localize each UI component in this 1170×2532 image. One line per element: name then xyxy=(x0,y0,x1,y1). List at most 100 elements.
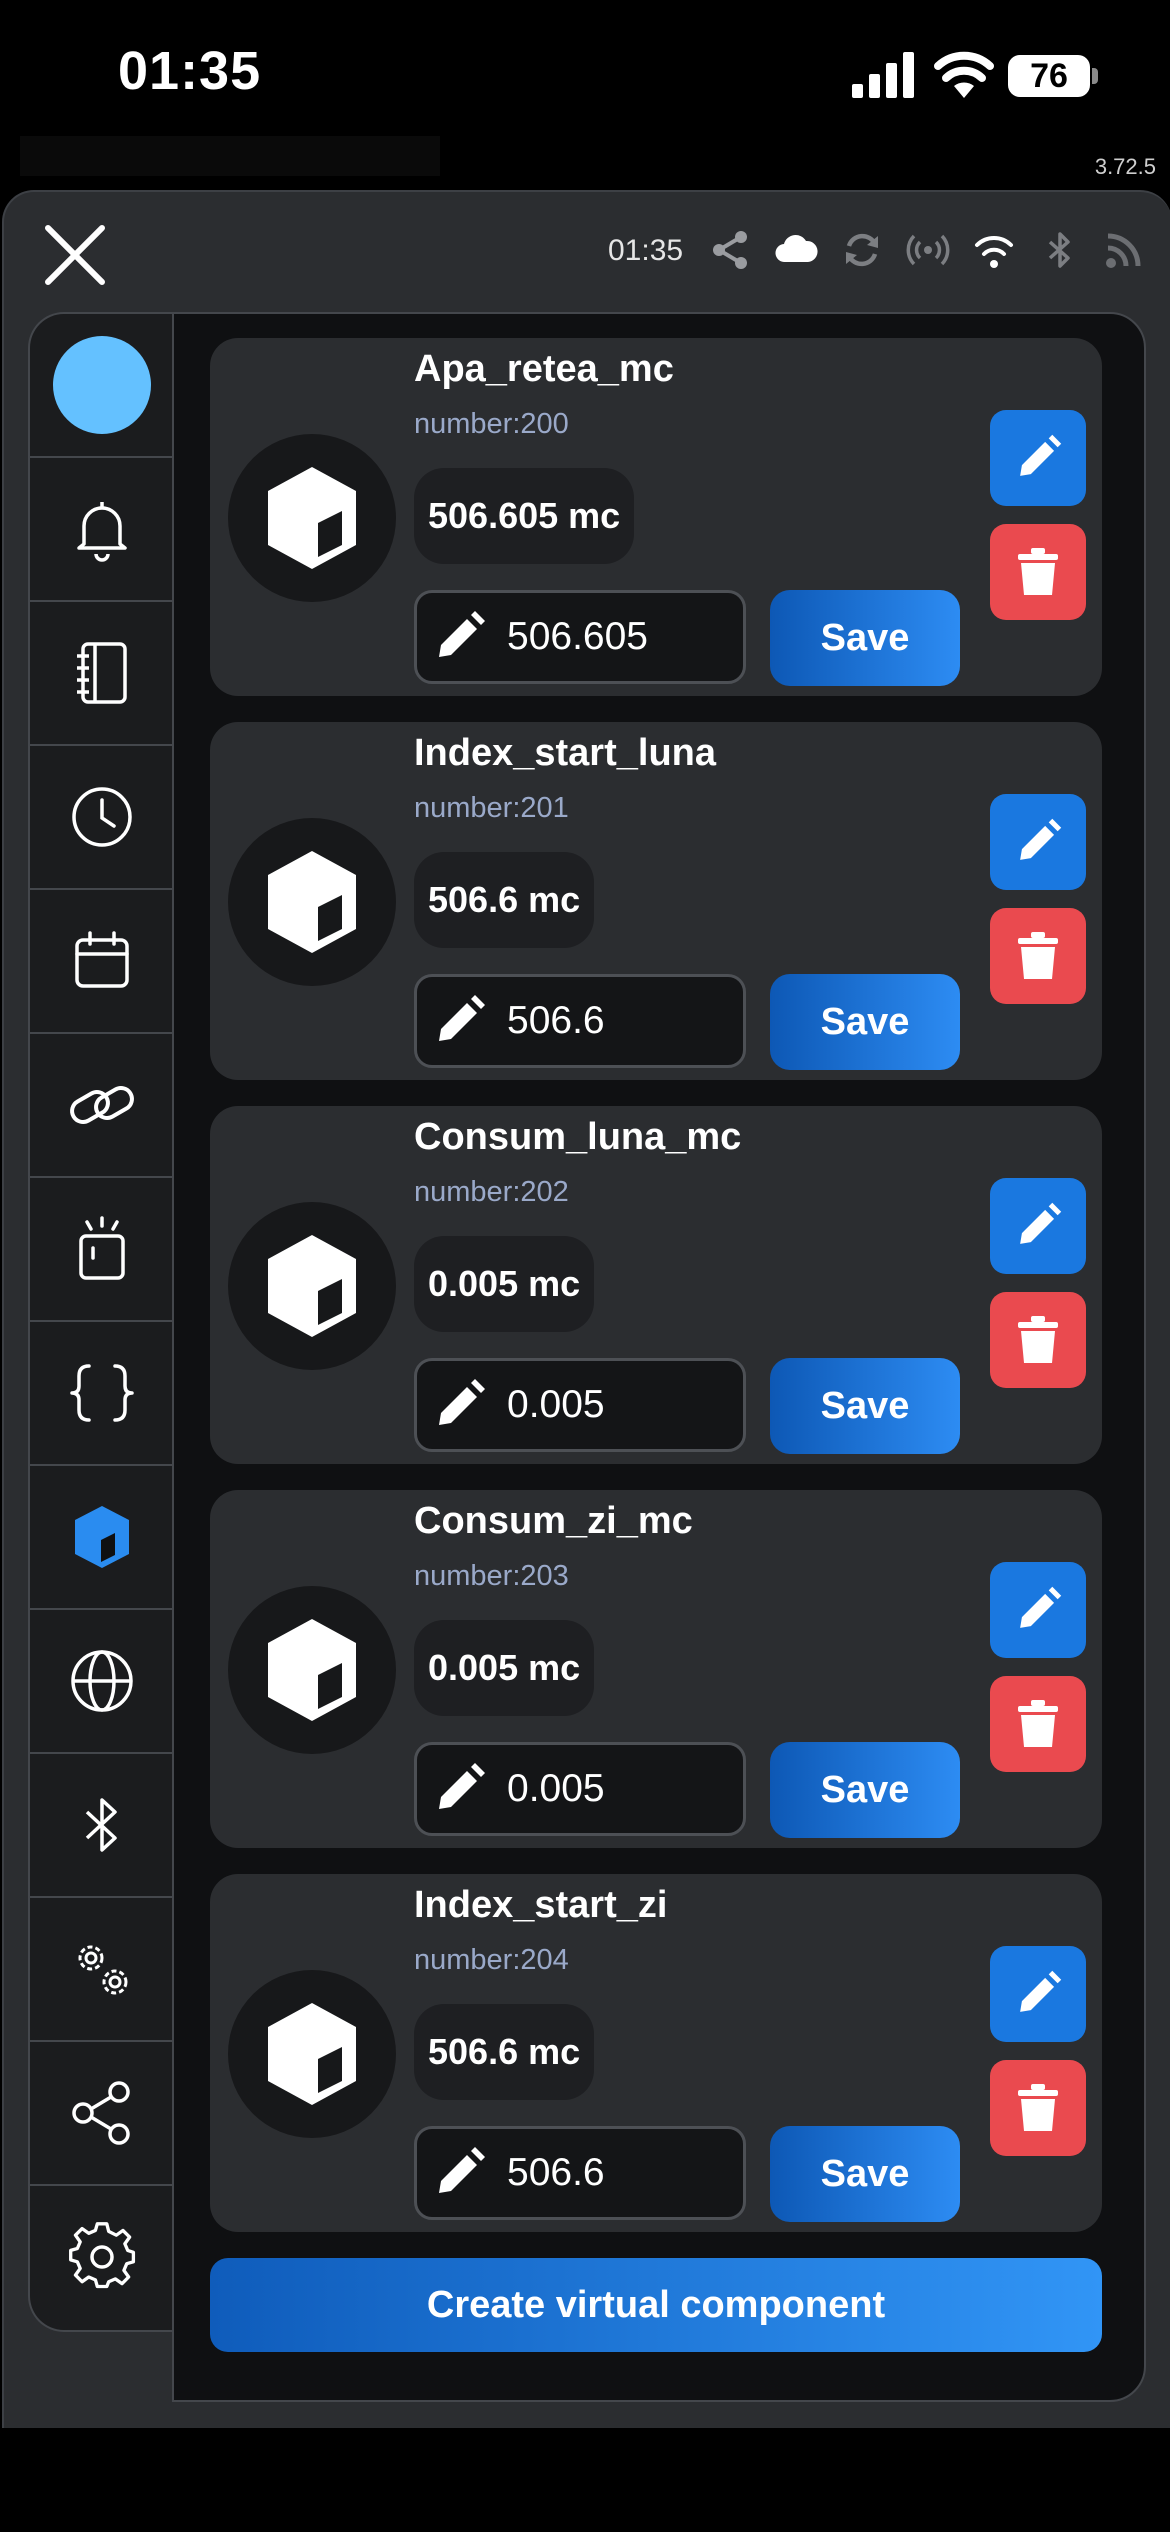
sidebar-item-advanced-settings[interactable] xyxy=(30,1898,174,2042)
edit-button[interactable] xyxy=(990,1562,1086,1658)
cloud-icon xyxy=(775,235,818,263)
cube-icon xyxy=(268,851,356,953)
close-icon[interactable] xyxy=(40,220,110,290)
pencil-icon xyxy=(439,995,485,1041)
pencil-icon xyxy=(1020,1970,1062,2012)
clock-icon xyxy=(72,787,132,847)
trash-icon xyxy=(1018,1316,1058,1363)
value-input[interactable] xyxy=(507,1757,737,1821)
globe-icon xyxy=(71,1650,133,1712)
pencil-icon xyxy=(439,611,485,657)
value-input[interactable] xyxy=(507,989,737,1053)
sidebar-item-notifications[interactable] xyxy=(30,458,174,602)
sync-icon xyxy=(846,233,878,267)
sidebar-item-settings[interactable] xyxy=(30,2186,174,2328)
cube-icon xyxy=(268,1235,356,1337)
alert-light-icon xyxy=(79,1216,125,1280)
value-input-field[interactable] xyxy=(414,974,746,1068)
battery-indicator: 76 xyxy=(1008,55,1090,97)
component-avatar xyxy=(228,818,396,986)
cellular-signal-icon xyxy=(852,52,914,98)
component-avatar xyxy=(228,1586,396,1754)
value-input-field[interactable] xyxy=(414,2126,746,2220)
create-virtual-component-button[interactable]: Create virtual component xyxy=(210,2258,1102,2352)
edit-button[interactable] xyxy=(990,410,1086,506)
edit-button[interactable] xyxy=(990,1178,1086,1274)
delete-button[interactable] xyxy=(990,908,1086,1004)
component-card: Index_start_luna number:201 506.6 mc Sav… xyxy=(210,722,1102,1080)
header-time: 01:35 xyxy=(608,234,684,267)
pencil-icon xyxy=(439,1763,485,1809)
save-button[interactable]: Save xyxy=(770,590,960,686)
value-input[interactable] xyxy=(507,1373,737,1437)
app-version: 3.72.5 xyxy=(1094,154,1156,179)
trash-icon xyxy=(1018,932,1058,979)
bell-icon xyxy=(77,502,127,562)
share-icon xyxy=(72,2081,130,2145)
delete-button[interactable] xyxy=(990,1292,1086,1388)
sidebar-item-calendar[interactable] xyxy=(30,890,174,1034)
sidebar-item-history[interactable] xyxy=(30,746,174,890)
value-input[interactable] xyxy=(507,605,737,669)
cube-icon xyxy=(268,467,356,569)
sidebar-item-globe[interactable] xyxy=(30,1610,174,1754)
sidebar-item-profile[interactable] xyxy=(30,314,174,458)
battery-tip xyxy=(1092,68,1098,84)
component-card: Consum_luna_mc number:202 0.005 mc Save xyxy=(210,1106,1102,1464)
sidebar-item-links[interactable] xyxy=(30,1034,174,1178)
value-input-field[interactable] xyxy=(414,1358,746,1452)
component-name: Consum_luna_mc xyxy=(414,1116,742,1158)
component-id: number:202 xyxy=(414,1176,569,1208)
wifi-status-icon xyxy=(975,235,1013,268)
rss-icon xyxy=(1106,233,1141,268)
pencil-icon xyxy=(439,2147,485,2193)
component-avatar xyxy=(228,434,396,602)
component-id: number:204 xyxy=(414,1944,569,1976)
pencil-icon xyxy=(1020,1586,1062,1628)
component-card: Apa_retea_mc number:200 506.605 mc Save xyxy=(210,338,1102,696)
delete-button[interactable] xyxy=(990,1676,1086,1772)
background-band xyxy=(20,136,440,176)
save-button[interactable]: Save xyxy=(770,2126,960,2222)
bluetooth-status-icon xyxy=(1048,232,1070,268)
component-value: 0.005 mc xyxy=(414,1620,595,1716)
component-name: Index_start_luna xyxy=(414,732,716,774)
cube-icon xyxy=(268,1619,356,1721)
status-bar: 01:35 76 xyxy=(0,0,1170,140)
value-input-field[interactable] xyxy=(414,1742,746,1836)
bottom-band xyxy=(0,2428,1170,2532)
calendar-icon xyxy=(75,931,129,988)
sidebar-item-scripts[interactable] xyxy=(30,1322,174,1466)
component-card: Index_start_zi number:204 506.6 mc Save xyxy=(210,1874,1102,2232)
save-button[interactable]: Save xyxy=(770,1742,960,1838)
component-value: 0.005 mc xyxy=(414,1236,595,1332)
sidebar xyxy=(28,312,174,2332)
cube-icon xyxy=(268,2003,356,2105)
component-avatar xyxy=(228,1202,396,1370)
component-value: 506.6 mc xyxy=(414,2004,595,2100)
save-button[interactable]: Save xyxy=(770,1358,960,1454)
pencil-icon xyxy=(1020,1202,1062,1244)
value-input-field[interactable] xyxy=(414,590,746,684)
sidebar-item-log[interactable] xyxy=(30,602,174,746)
pencil-icon xyxy=(1020,434,1062,476)
gear-icon xyxy=(69,2222,136,2289)
save-button[interactable]: Save xyxy=(770,974,960,1070)
edit-button[interactable] xyxy=(990,794,1086,890)
component-name: Apa_retea_mc xyxy=(414,348,674,390)
delete-button[interactable] xyxy=(990,524,1086,620)
cube-icon xyxy=(75,1506,129,1568)
edit-button[interactable] xyxy=(990,1946,1086,2042)
delete-button[interactable] xyxy=(990,2060,1086,2156)
broadcast-icon xyxy=(906,234,950,266)
value-input[interactable] xyxy=(507,2141,737,2205)
share-status-icon xyxy=(713,231,747,269)
sidebar-item-share[interactable] xyxy=(30,2042,174,2186)
component-id: number:200 xyxy=(414,408,569,440)
sidebar-item-bluetooth[interactable] xyxy=(30,1754,174,1898)
bluetooth-icon xyxy=(85,1798,117,1852)
sidebar-item-alerts[interactable] xyxy=(30,1178,174,1322)
trash-icon xyxy=(1018,548,1058,595)
sidebar-item-virtual-components[interactable] xyxy=(30,1466,174,1610)
component-id: number:201 xyxy=(414,792,569,824)
